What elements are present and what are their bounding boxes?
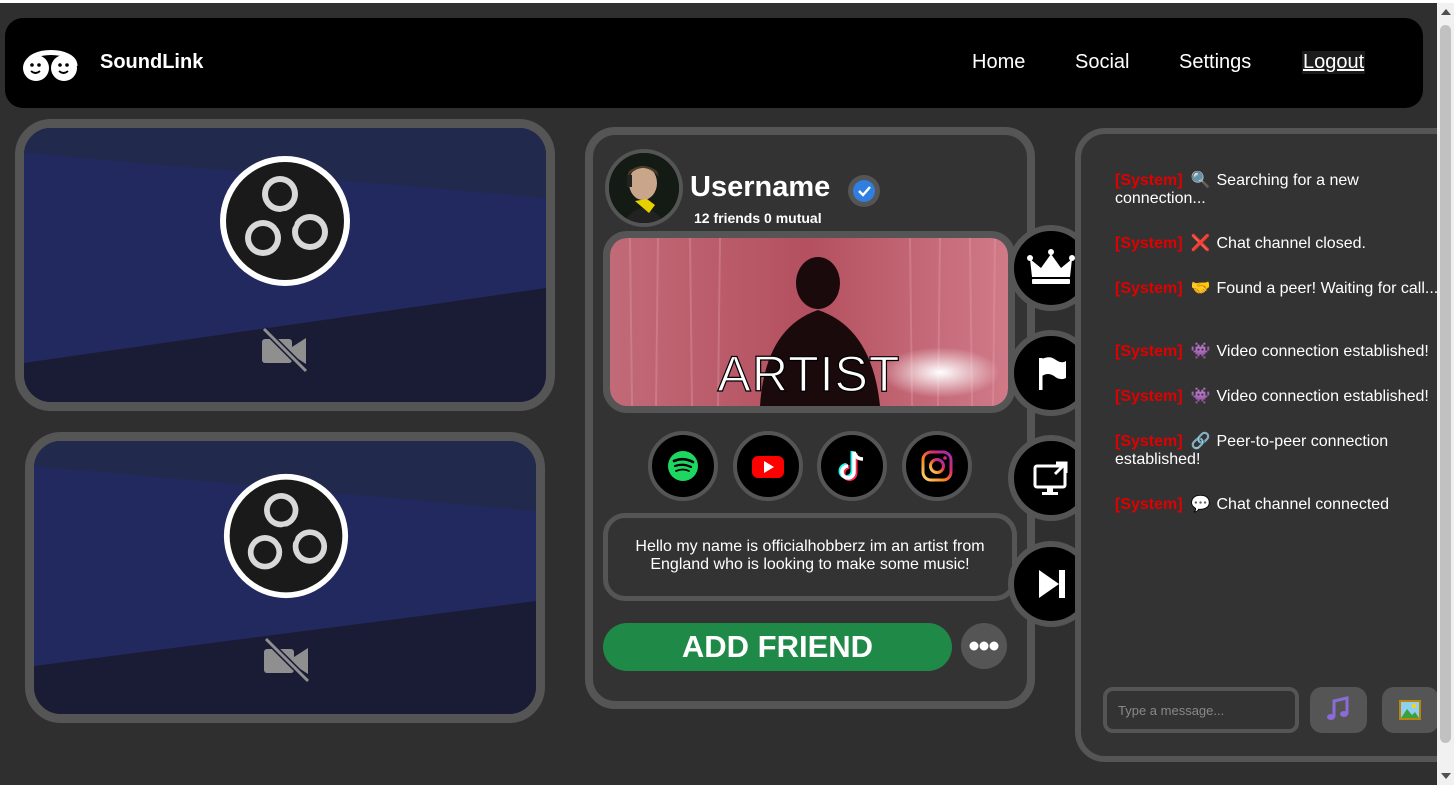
- chat-message-text: Chat channel closed.: [1216, 235, 1366, 252]
- obs-logo-icon: [220, 156, 350, 286]
- chat-panel: [System] 🔍 Searching for a new connection.…: [1075, 128, 1454, 762]
- chat-message: [System] 👾 Video connection established!: [1115, 343, 1445, 361]
- more-options-button[interactable]: [961, 623, 1007, 669]
- profile-card: Username 12 friends 0 mutual ARTIST Hell…: [585, 127, 1035, 709]
- youtube-icon: [752, 456, 784, 478]
- friends-count: 12 friends 0 mutual: [694, 210, 822, 226]
- scrollbar-thumb[interactable]: [1440, 25, 1451, 743]
- avatar-photo: [609, 153, 679, 223]
- verified-badge-icon: [848, 175, 880, 207]
- scroll-up-arrow-icon[interactable]: [1441, 9, 1451, 15]
- youtube-button[interactable]: [733, 431, 803, 501]
- camera-off-icon: [263, 637, 311, 683]
- navbar: SoundLink Home Social Settings Logout: [5, 18, 1423, 108]
- system-tag: [System]: [1115, 343, 1183, 360]
- ellipsis-icon: [969, 641, 999, 651]
- handshake-emoji-icon: 🤝: [1190, 280, 1211, 297]
- chat-message-text: Chat channel connected: [1216, 496, 1390, 513]
- search-emoji-icon: 🔍: [1190, 172, 1211, 189]
- cross-emoji-icon: ❌: [1190, 235, 1211, 252]
- spotify-button[interactable]: [648, 431, 718, 501]
- instagram-icon: [921, 450, 953, 482]
- alien-emoji-icon: 👾: [1190, 343, 1211, 360]
- picture-icon: [1399, 700, 1421, 720]
- profile-username: Username: [690, 171, 831, 203]
- chat-message: [System] 🤝 Found a peer! Waiting for call.…: [1115, 280, 1445, 298]
- music-note-icon: [1327, 696, 1349, 720]
- nav-settings[interactable]: Settings: [1179, 51, 1251, 74]
- profile-bio: Hello my name is officialhobberz im an a…: [603, 513, 1017, 601]
- system-tag: [System]: [1115, 280, 1183, 297]
- chat-message-text: Video connection established!: [1216, 388, 1429, 405]
- camera-off-icon: [261, 327, 309, 373]
- top-strip: [0, 0, 1454, 3]
- chat-message: [System] 💬 Chat channel connected: [1115, 496, 1445, 514]
- nav-social[interactable]: Social: [1075, 51, 1129, 74]
- chat-message-text: Found a peer! Waiting for call...: [1216, 280, 1439, 297]
- speech-bubble-emoji-icon: 💬: [1190, 496, 1211, 513]
- obs-logo-icon: [223, 473, 349, 599]
- scroll-down-arrow-icon[interactable]: [1441, 773, 1451, 779]
- chat-message: [System] 🔍 Searching for a new connection.…: [1115, 172, 1445, 208]
- local-video-panel: [25, 432, 545, 723]
- remote-video-panel: [15, 119, 555, 411]
- system-tag: [System]: [1115, 172, 1183, 189]
- tiktok-button[interactable]: [817, 431, 887, 501]
- banner-text: ARTIST: [717, 345, 901, 402]
- instagram-button[interactable]: [902, 431, 972, 501]
- send-image-button[interactable]: [1382, 687, 1439, 733]
- add-friend-button[interactable]: ADD FRIEND: [603, 623, 952, 671]
- chat-message: [System] 👾 Video connection established!: [1115, 388, 1445, 406]
- avatar[interactable]: [605, 149, 683, 227]
- page-scrollbar[interactable]: [1437, 3, 1454, 785]
- chat-message-input[interactable]: [1103, 687, 1299, 733]
- link-emoji-icon: 🔗: [1190, 433, 1211, 450]
- system-tag: [System]: [1115, 235, 1183, 252]
- send-music-button[interactable]: [1310, 687, 1367, 733]
- chat-message-text: Video connection established!: [1216, 343, 1429, 360]
- system-tag: [System]: [1115, 388, 1183, 405]
- alien-emoji-icon: 👾: [1190, 388, 1211, 405]
- headphones-logo-icon: [23, 50, 78, 81]
- nav-logout[interactable]: Logout: [1302, 51, 1366, 74]
- tiktok-icon: [838, 451, 864, 481]
- profile-banner: ARTIST: [603, 231, 1015, 413]
- chat-message: [System] 🔗 Peer-to-peer connection establi…: [1115, 433, 1445, 469]
- nav-home[interactable]: Home: [972, 51, 1025, 74]
- brand-name: SoundLink: [100, 51, 204, 73]
- system-tag: [System]: [1115, 496, 1183, 513]
- spotify-icon: [668, 451, 698, 481]
- chat-message: [System] ❌ Chat channel closed.: [1115, 235, 1445, 253]
- system-tag: [System]: [1115, 433, 1183, 450]
